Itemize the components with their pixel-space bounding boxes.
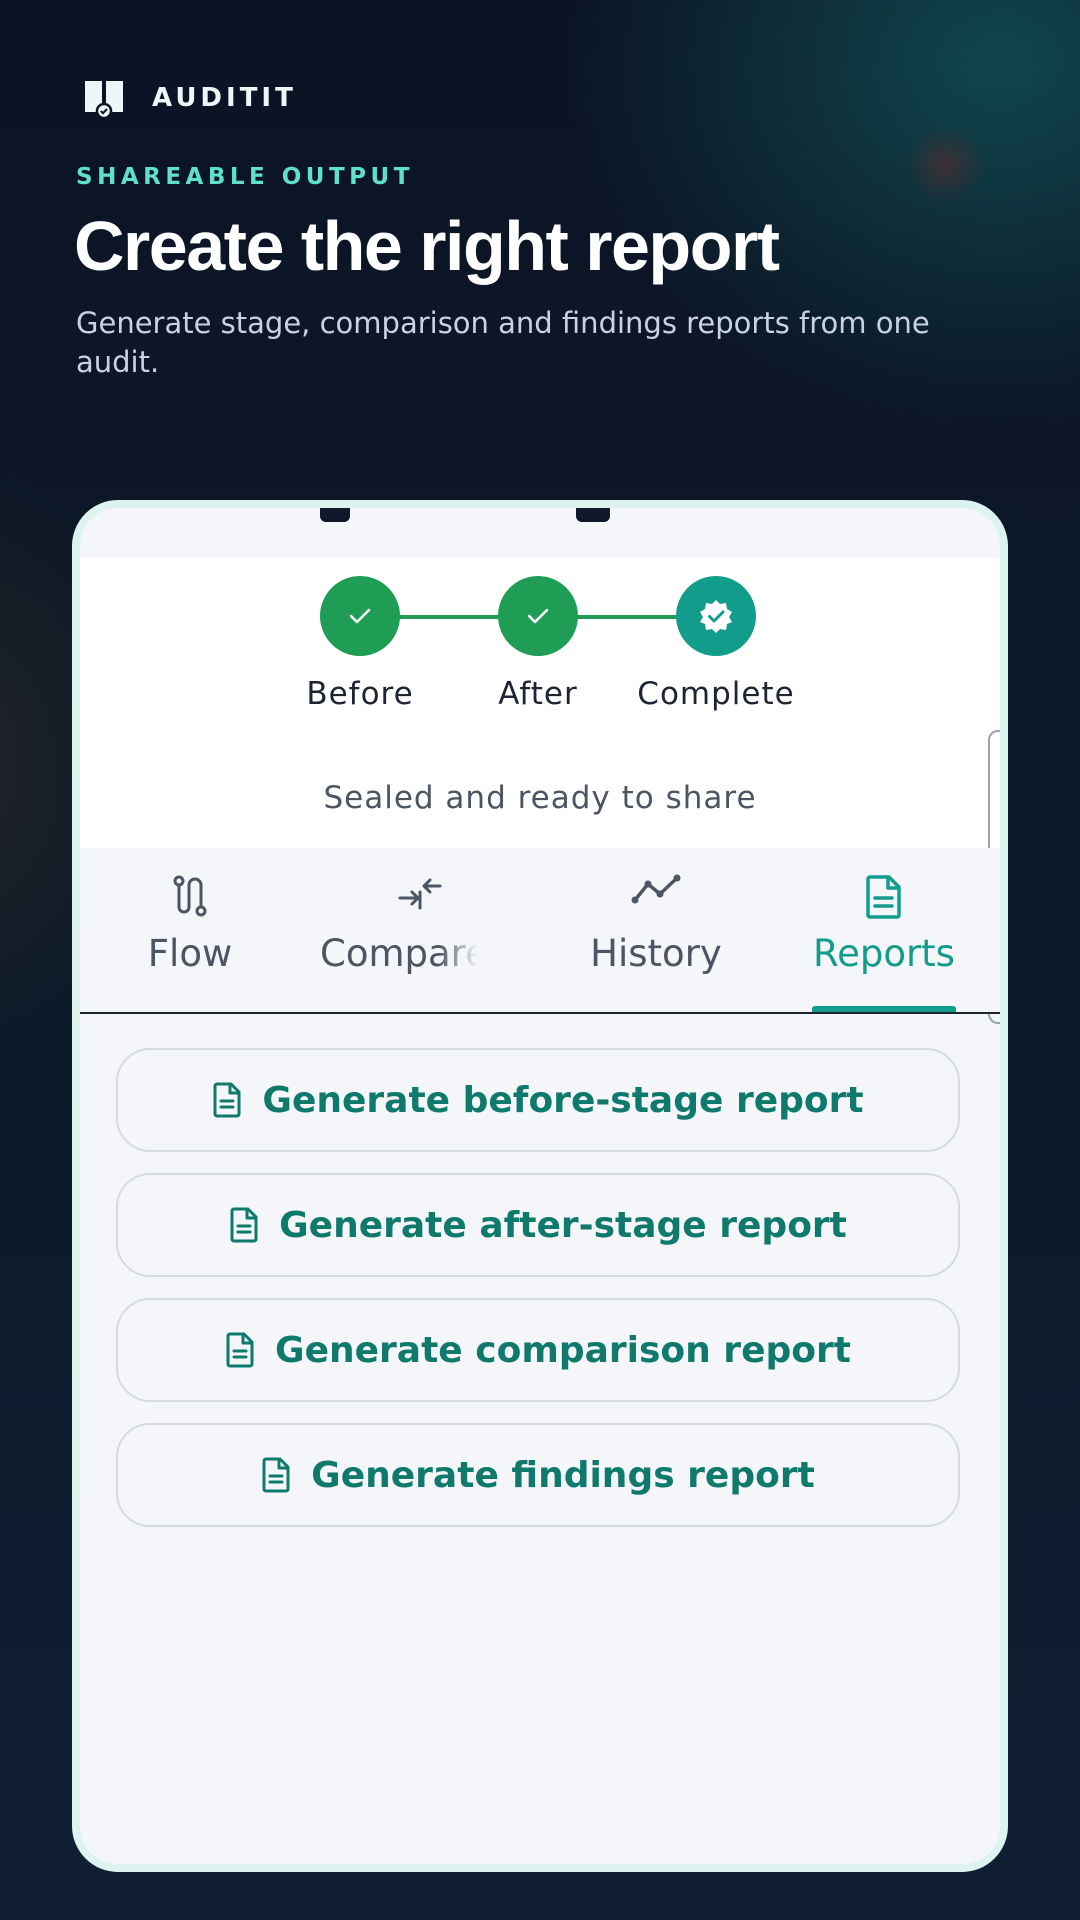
flow-icon <box>173 875 207 917</box>
step-connector <box>388 615 498 619</box>
document-icon <box>262 1457 290 1493</box>
tab-label: Compare <box>320 932 478 975</box>
document-icon <box>226 1332 254 1368</box>
page-title: Create the right report <box>74 207 780 285</box>
generate-after-report-button[interactable]: Generate after-stage report <box>116 1173 960 1277</box>
tab-reports[interactable]: Reports <box>784 848 984 1012</box>
tab-label: Flow <box>147 932 233 975</box>
document-icon <box>213 1082 241 1118</box>
audit-logo-icon <box>85 81 123 118</box>
phone-frame: Before After Complete Sealed and ready t… <box>72 500 1008 1872</box>
step-complete-circle <box>676 576 756 656</box>
generate-findings-report-button[interactable]: Generate findings report <box>116 1423 960 1527</box>
compare-icon <box>398 878 442 910</box>
brand-header: AUDITIT <box>82 78 297 118</box>
background-glow <box>905 125 985 205</box>
button-label: Generate comparison report <box>275 1329 851 1371</box>
status-message: Sealed and ready to share <box>323 780 757 816</box>
history-icon <box>631 874 681 904</box>
generate-before-report-button[interactable]: Generate before-stage report <box>116 1048 960 1152</box>
step-before-label: Before <box>306 676 414 712</box>
tab-bar: Flow Compare History Reports <box>80 848 1000 1014</box>
page-subtitle: Generate stage, comparison and findings … <box>76 306 930 379</box>
check-icon <box>527 608 549 624</box>
tab-label: Reports <box>813 932 955 975</box>
step-connector <box>566 615 676 619</box>
tab-flow[interactable]: Flow <box>90 848 290 1012</box>
tab-compare[interactable]: Compare <box>320 848 520 1012</box>
brand-name: AUDITIT <box>152 83 297 113</box>
step-complete-label: Complete <box>637 676 795 712</box>
step-after-circle <box>498 576 578 656</box>
document-icon <box>866 875 901 919</box>
verified-badge-icon <box>700 600 732 633</box>
check-icon <box>349 608 371 624</box>
generate-comparison-report-button[interactable]: Generate comparison report <box>116 1298 960 1402</box>
button-label: Generate after-stage report <box>279 1204 847 1246</box>
button-label: Generate findings report <box>311 1454 815 1496</box>
tab-label: History <box>590 932 722 975</box>
step-after-label: After <box>498 676 578 712</box>
step-before-circle <box>320 576 400 656</box>
cut-off-header <box>80 508 1000 558</box>
button-label: Generate before-stage report <box>262 1079 864 1121</box>
eyebrow-label: SHAREABLE OUTPUT <box>76 164 414 190</box>
active-tab-indicator <box>812 1006 956 1012</box>
tab-history[interactable]: History <box>556 848 756 1012</box>
document-icon <box>230 1207 258 1243</box>
progress-panel: Before After Complete Sealed and ready t… <box>80 558 1000 848</box>
